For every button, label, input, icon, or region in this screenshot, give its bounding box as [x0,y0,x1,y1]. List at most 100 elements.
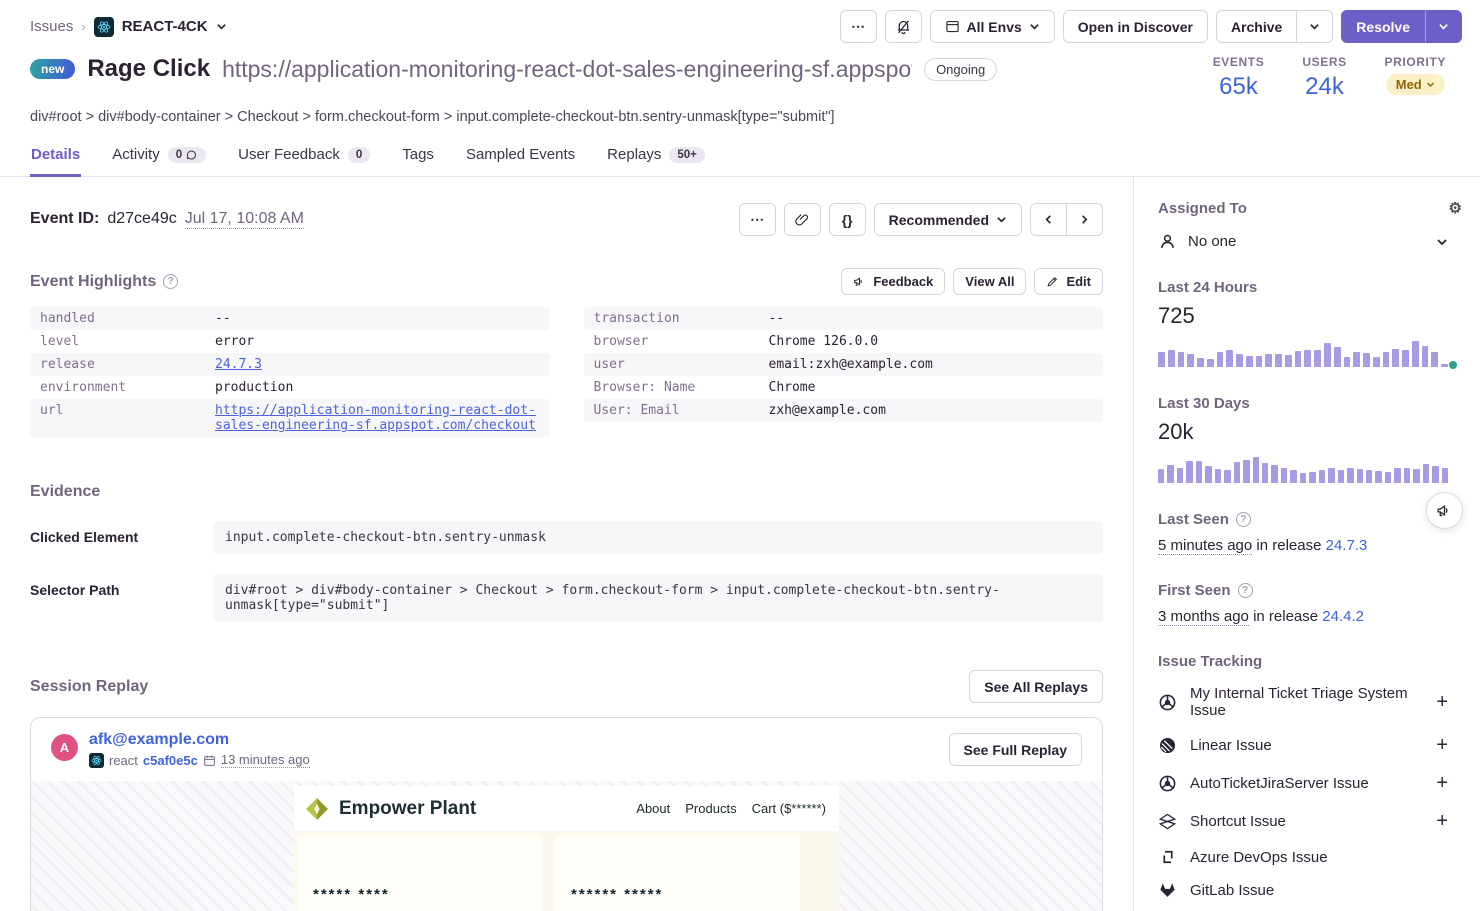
details-panel: Event ID: d27ce49c Jul 17, 10:08 AM ⋯ {}… [0,177,1133,911]
events-count[interactable]: 65k [1213,73,1265,101]
release-link[interactable]: 24.7.3 [215,357,262,372]
tracking-item-azure[interactable]: Azure DevOps Issue [1158,848,1462,866]
chevron-right-icon[interactable] [1066,203,1103,236]
chart-bar [1234,462,1240,483]
replay-project: react [109,753,138,768]
chart-bar [1281,468,1287,483]
chart-bar [1246,356,1253,367]
tracking-item-gitlab[interactable]: GitLab Issue [1158,881,1462,900]
chevron-down-icon [1436,236,1448,248]
gear-icon[interactable]: ⚙ [1449,199,1462,217]
chevron-down-icon [1438,21,1449,32]
react-icon [89,753,104,768]
breadcrumb-issues-link[interactable]: Issues [30,18,73,35]
tracking-item-shortcut[interactable]: Shortcut Issue + [1158,810,1462,833]
chevron-down-icon [1309,21,1320,32]
chart-bar [1375,471,1381,483]
archive-dropdown-button[interactable] [1296,10,1333,43]
replay-commit-link[interactable]: c5af0e5c [143,753,198,768]
selector-path-label: Selector Path [30,574,213,598]
view-all-button[interactable]: View All [953,268,1026,295]
last-24-hours-chart[interactable] [1158,339,1448,367]
plant-logo-icon [304,796,330,822]
more-actions-button[interactable]: ⋯ [840,10,877,43]
first-seen-release-link[interactable]: 24.4.2 [1322,608,1364,625]
megaphone-icon [1436,502,1453,519]
tab-replays[interactable]: Replays 50+ [606,137,706,177]
session-replay-title: Session Replay [30,678,148,696]
question-icon[interactable]: ? [1236,512,1251,527]
tab-activity[interactable]: Activity 0 [111,137,207,177]
question-icon[interactable]: ? [163,274,178,289]
breadcrumb-project[interactable]: REACT-4CK [122,18,208,35]
chart-bar [1158,469,1164,483]
chart-bar [1353,352,1360,367]
wheel-icon [1158,774,1177,793]
users-count[interactable]: 24k [1299,73,1351,101]
json-button[interactable]: {} [829,203,866,236]
open-in-discover-button[interactable]: Open in Discover [1063,10,1208,43]
question-icon[interactable]: ? [1238,583,1253,598]
pencil-icon [1046,275,1059,288]
issue-title: Rage Click [87,55,210,83]
see-full-replay-button[interactable]: See Full Replay [949,733,1082,766]
paperclip-icon[interactable] [784,203,821,236]
chart-bar [1236,354,1243,367]
chart-bar [1167,465,1173,483]
priority-label: PRIORITY [1385,55,1446,69]
last-seen-release-link[interactable]: 24.7.3 [1326,537,1368,554]
chart-bar [1309,472,1315,483]
chart-bar [1205,466,1211,483]
first-seen-ago[interactable]: 3 months ago [1158,608,1249,626]
chart-bar [1319,470,1325,483]
clicked-element-value: input.complete-checkout-btn.sentry-unmas… [213,521,1103,554]
evidence-title: Evidence [30,483,1103,501]
chart-bar [1404,468,1410,483]
tracking-item-triage[interactable]: My Internal Ticket Triage System Issue + [1158,685,1462,719]
chevron-down-icon[interactable] [216,21,227,32]
tracking-item-linear[interactable]: Linear Issue + [1158,734,1462,757]
resolve-dropdown-button[interactable] [1425,10,1462,43]
url-link[interactable]: https://application-monitoring-react-dot… [215,403,536,433]
replay-timestamp[interactable]: 13 minutes ago [221,752,310,768]
bell-muted-icon[interactable] [885,10,922,43]
see-all-replays-button[interactable]: See All Replays [969,670,1103,703]
replay-player[interactable]: Empower Plant About Products Cart ($****… [31,781,1102,911]
new-badge: new [30,59,75,79]
feedback-button[interactable]: Feedback [841,268,945,295]
add-issue-button[interactable]: + [1436,734,1462,757]
event-more-button[interactable]: ⋯ [739,203,776,236]
tab-user-feedback[interactable]: User Feedback 0 [237,137,371,177]
event-timestamp[interactable]: Jul 17, 10:08 AM [185,210,304,229]
replay-user-link[interactable]: afk@example.com [89,731,310,749]
assignee-dropdown[interactable]: No one [1158,232,1462,251]
add-issue-button[interactable]: + [1436,772,1462,795]
highlights-table-left: handled-- levelerror release24.7.3 envir… [30,307,550,437]
chart-bar [1363,353,1370,367]
tab-tags[interactable]: Tags [401,137,435,177]
tab-sampled-events[interactable]: Sampled Events [465,137,576,177]
env-filter-button[interactable]: All Envs [930,10,1055,43]
feedback-fab-button[interactable] [1426,492,1463,529]
chart-bar [1271,465,1277,483]
edit-highlights-button[interactable]: Edit [1034,268,1103,295]
archive-button[interactable]: Archive [1216,10,1297,43]
gitlab-icon [1158,881,1177,900]
chart-bar [1265,354,1272,367]
resolve-button[interactable]: Resolve [1341,10,1425,43]
topbar: Issues › REACT-4CK ⋯ All Envs Open in Di… [0,0,1480,49]
last-seen-ago[interactable]: 5 minutes ago [1158,537,1252,555]
chart-bar [1432,466,1438,483]
events-label: EVENTS [1213,55,1265,69]
chart-bar [1290,470,1296,483]
chevron-left-icon[interactable] [1030,203,1067,236]
event-sort-dropdown[interactable]: Recommended [874,203,1022,236]
add-issue-button[interactable]: + [1436,691,1462,714]
add-issue-button[interactable]: + [1436,810,1462,833]
azure-devops-icon [1158,848,1177,866]
priority-dropdown[interactable]: Med [1386,74,1445,95]
tab-details[interactable]: Details [30,137,81,177]
tracking-item-jiraserver[interactable]: AutoTicketJiraServer Issue + [1158,772,1462,795]
users-label: USERS [1299,55,1351,69]
last-30-days-chart[interactable] [1158,455,1448,483]
